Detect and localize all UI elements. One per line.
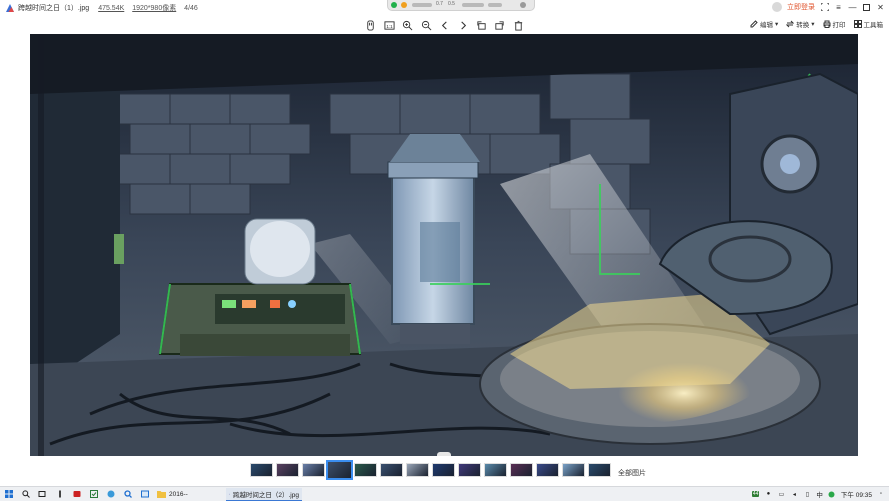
taskbar-folder-item[interactable]: 2016-- (154, 488, 226, 500)
app-icon-5[interactable] (123, 489, 132, 498)
control-segment (488, 3, 502, 7)
print-button[interactable]: 打印 (823, 19, 846, 29)
image-index: 4/46 (184, 5, 198, 12)
windows-start-icon[interactable] (4, 489, 13, 498)
previous-icon[interactable] (437, 18, 451, 32)
next-icon[interactable] (456, 18, 470, 32)
floating-control-bar[interactable]: 0.7 0.5 (387, 0, 535, 11)
orange-dot-icon[interactable] (401, 2, 407, 8)
avatar[interactable] (772, 2, 782, 12)
delete-icon[interactable] (511, 18, 525, 32)
thumbnail[interactable] (458, 463, 481, 477)
viewer-task-label: 跨越时间之日（2）.jpg (233, 489, 299, 499)
taskbar-viewer-item[interactable]: 跨越时间之日（2）.jpg (226, 488, 302, 501)
fullscreen-icon[interactable] (820, 2, 829, 12)
thumbnail-strip: 全部图片 (0, 456, 889, 486)
thumbnail[interactable] (302, 463, 325, 477)
notification-icon[interactable]: ▫ (877, 490, 885, 498)
app-icon-4[interactable] (106, 489, 115, 498)
edit-icon (750, 20, 758, 28)
toolbox-label: 工具箱 (864, 19, 884, 29)
thumbnail[interactable] (276, 463, 299, 477)
network-icon[interactable]: ▭ (777, 490, 785, 498)
minimize-icon[interactable]: — (848, 2, 857, 12)
clock[interactable]: 下午 09:35 (841, 489, 872, 499)
thumbnail[interactable] (380, 463, 403, 477)
viewer-app-icon (229, 490, 230, 498)
toolbar-right: 编辑▾ 转换▾ 打印 工具箱 (750, 19, 883, 29)
control-segment (412, 3, 432, 7)
image-toolbar: 1:1 编辑▾ 转换▾ 打印 工具箱 (0, 16, 889, 34)
file-size[interactable]: 475.54K (98, 5, 124, 12)
close-dot-icon[interactable] (520, 2, 526, 8)
rotate-right-icon[interactable] (492, 18, 506, 32)
thumbnail[interactable] (354, 463, 377, 477)
thumbnail[interactable] (406, 463, 429, 477)
svg-text:1:1: 1:1 (386, 23, 393, 28)
control-segment (462, 3, 484, 7)
thumbnail[interactable] (562, 463, 585, 477)
menu-icon[interactable]: ≡ (834, 2, 843, 12)
printer-icon (823, 20, 831, 28)
toolbox-button[interactable]: 工具箱 (854, 19, 884, 29)
temperature-badge[interactable]: 44 (752, 491, 760, 497)
app-icon-2[interactable] (72, 489, 81, 498)
thumbnail[interactable] (432, 463, 455, 477)
app-logo-icon (5, 3, 15, 13)
green-dot-icon[interactable] (391, 2, 397, 8)
title-right-controls: 立即登录 ≡ — ✕ (772, 2, 885, 12)
volume-icon[interactable]: ◂ (790, 490, 798, 498)
login-link[interactable]: 立即登录 (787, 2, 815, 12)
rotate-left-icon[interactable] (474, 18, 488, 32)
thumbnail[interactable] (536, 463, 559, 477)
thumbnail[interactable] (484, 463, 507, 477)
tray-green-icon[interactable] (828, 490, 836, 498)
all-photos-link[interactable]: 全部图片 (618, 468, 646, 478)
displayed-image[interactable] (30, 34, 858, 456)
app-icon-6[interactable] (140, 489, 149, 498)
ime-indicator[interactable]: 中 (816, 489, 823, 499)
hand-tool-icon[interactable] (363, 18, 377, 32)
image-viewer[interactable] (0, 34, 889, 456)
control-label-1: 0.7 (436, 1, 443, 7)
system-tray: 44 ● ▭ ◂ ▯ 中 下午 09:35 ▫ (752, 489, 885, 499)
edit-button[interactable]: 编辑▾ (750, 19, 778, 29)
convert-label: 转换 (796, 19, 809, 29)
maximize-icon[interactable] (862, 2, 871, 12)
convert-icon (786, 20, 794, 28)
image-dimensions[interactable]: 1920*980像素 (132, 5, 176, 12)
convert-button[interactable]: 转换▾ (786, 19, 814, 29)
thumbnail[interactable] (250, 463, 273, 477)
chevron-down-icon: ▾ (811, 20, 814, 28)
chevron-down-icon: ▾ (775, 20, 778, 28)
thumbnail[interactable] (588, 463, 611, 477)
control-label-2: 0.5 (448, 1, 455, 7)
edit-label: 编辑 (760, 19, 773, 29)
folder-icon (157, 490, 166, 498)
app-icon-3[interactable] (89, 489, 98, 498)
window-title: 跨越时间之日（1）.jpg (18, 3, 89, 13)
grid-icon (854, 20, 862, 28)
search-icon[interactable] (21, 489, 30, 498)
file-meta: 475.54K 1920*980像素 4/46 (92, 3, 198, 13)
app-icon-1[interactable] (55, 489, 64, 498)
folder-task-label: 2016-- (169, 491, 188, 498)
task-view-icon[interactable] (37, 489, 46, 498)
print-label: 打印 (833, 19, 846, 29)
scifi-lab-illustration (30, 34, 858, 456)
zoom-in-icon[interactable] (400, 18, 414, 32)
close-icon[interactable]: ✕ (876, 2, 885, 12)
battery-icon[interactable]: ▯ (803, 490, 811, 498)
windows-taskbar: 2016-- 跨越时间之日（2）.jpg 44 ● ▭ ◂ ▯ 中 下午 09:… (0, 486, 889, 501)
tray-app-icon[interactable]: ● (764, 490, 772, 498)
thumbnail-selected[interactable] (327, 461, 352, 479)
original-size-icon[interactable]: 1:1 (382, 18, 396, 32)
title-bar: 跨越时间之日（1）.jpg 475.54K 1920*980像素 4/46 0.… (0, 0, 889, 16)
title-area: 跨越时间之日（1）.jpg 475.54K 1920*980像素 4/46 (5, 3, 198, 13)
zoom-out-icon[interactable] (419, 18, 433, 32)
thumbnail[interactable] (510, 463, 533, 477)
